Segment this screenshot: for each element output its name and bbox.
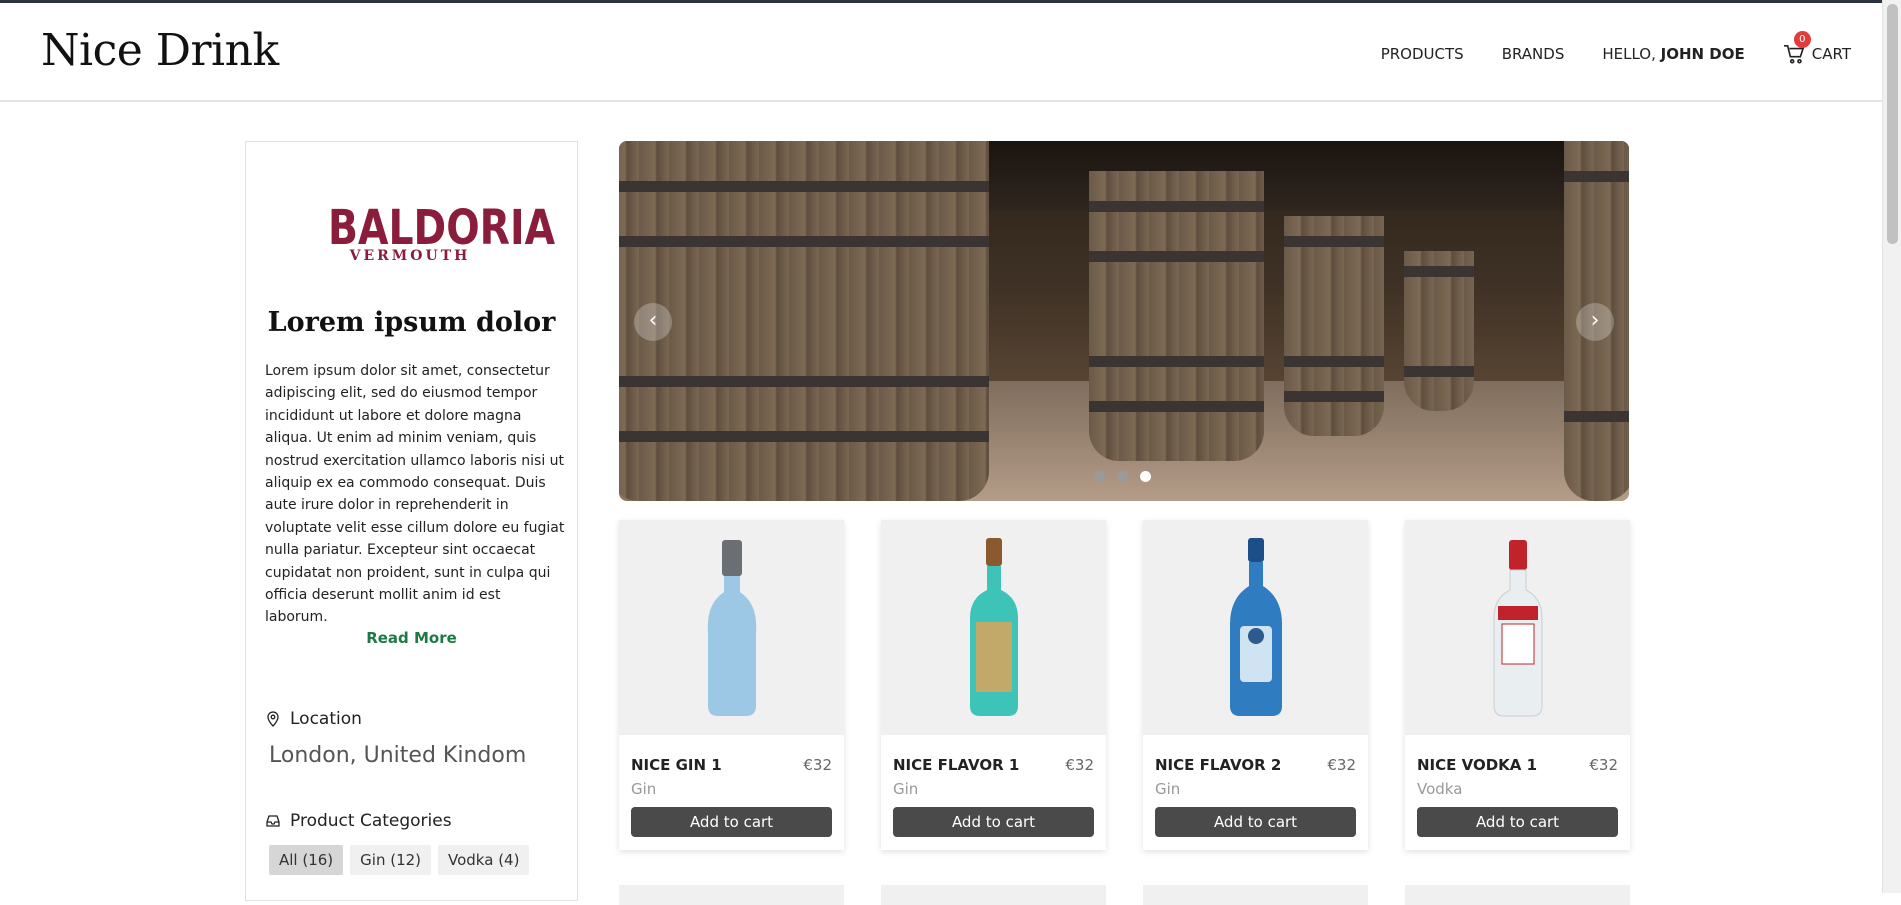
product-price: €32 <box>1589 756 1618 774</box>
product-category: Gin <box>893 780 919 798</box>
categories-label: Product Categories <box>265 811 452 831</box>
category-chip-vodka[interactable]: Vodka (4) <box>438 845 530 875</box>
categories-label-text: Product Categories <box>290 811 452 831</box>
product-card[interactable]: NICE GIN 1 €32 Gin Add to cart <box>619 520 844 850</box>
add-to-cart-button[interactable]: Add to cart <box>893 807 1094 837</box>
product-card[interactable]: NICE FLAVOR 1 €32 Gin Add to cart <box>881 520 1106 850</box>
category-filter-chips: All (16) Gin (12) Vodka (4) <box>269 845 536 875</box>
add-to-cart-button[interactable]: Add to cart <box>631 807 832 837</box>
site-logo[interactable]: Nice Drink <box>41 25 279 76</box>
read-more-link[interactable]: Read More <box>246 629 577 647</box>
product-price: €32 <box>1065 756 1094 774</box>
add-to-cart-button[interactable]: Add to cart <box>1155 807 1356 837</box>
page-scrollbar[interactable] <box>1882 0 1901 893</box>
carousel-dot-3[interactable] <box>1140 471 1151 482</box>
product-image[interactable] <box>1143 520 1368 735</box>
brand-info-card: BALDORIA VERMOUTH Lorem ipsum dolor Lore… <box>245 141 578 901</box>
bottle-icon <box>969 538 1018 716</box>
bottle-icon <box>1493 540 1542 717</box>
next-row-card[interactable] <box>619 885 844 905</box>
site-header: Nice Drink PRODUCTS BRANDS HELLO, JOHN D… <box>0 3 1883 102</box>
bottle-icon <box>707 540 756 716</box>
carousel-floor <box>919 381 1629 501</box>
product-name[interactable]: NICE GIN 1 <box>631 756 722 774</box>
add-to-cart-button[interactable]: Add to cart <box>1417 807 1618 837</box>
location-value: London, United Kindom <box>269 743 527 768</box>
greeting-prefix: HELLO, <box>1602 45 1661 63</box>
product-category: Gin <box>631 780 657 798</box>
carousel-next-button[interactable]: › <box>1576 303 1614 341</box>
product-card[interactable]: NICE FLAVOR 2 €32 Gin Add to cart <box>1143 520 1368 850</box>
next-row-card[interactable] <box>1143 885 1368 905</box>
carousel-barrel <box>1284 216 1384 436</box>
carousel-barrel <box>1089 171 1264 461</box>
nav-brands[interactable]: BRANDS <box>1502 45 1565 63</box>
location-pin-icon <box>267 711 279 727</box>
carousel-barrel <box>1404 251 1474 411</box>
product-card[interactable]: NICE VODKA 1 €32 Vodka Add to cart <box>1405 520 1630 850</box>
brand-title: Lorem ipsum dolor <box>267 307 556 338</box>
product-name[interactable]: NICE VODKA 1 <box>1417 756 1537 774</box>
brand-logo-main: BALDORIA <box>328 200 556 256</box>
hero-carousel[interactable]: ‹ › <box>619 141 1629 501</box>
user-name: JOHN DOE <box>1660 45 1745 63</box>
category-chip-all[interactable]: All (16) <box>269 845 344 875</box>
product-price: €32 <box>803 756 832 774</box>
product-category: Gin <box>1155 780 1181 798</box>
product-image[interactable] <box>619 520 844 735</box>
product-image[interactable] <box>881 520 1106 735</box>
scrollbar-thumb[interactable] <box>1887 4 1898 244</box>
next-row-card[interactable] <box>881 885 1106 905</box>
main-nav: PRODUCTS BRANDS HELLO, JOHN DOE 0 CART <box>1343 31 1851 64</box>
location-label-text: Location <box>290 709 362 729</box>
carousel-prev-button[interactable]: ‹ <box>634 303 672 341</box>
carousel-dot-2[interactable] <box>1117 471 1128 482</box>
product-category: Vodka <box>1417 780 1463 798</box>
carousel-indicators <box>1094 471 1163 482</box>
product-name[interactable]: NICE FLAVOR 1 <box>893 756 1019 774</box>
carousel-ceiling <box>919 141 1629 211</box>
product-image[interactable] <box>1405 520 1630 735</box>
next-row-card[interactable] <box>1405 885 1630 905</box>
inbox-icon <box>266 815 280 827</box>
category-chip-gin[interactable]: Gin (12) <box>350 845 432 875</box>
nav-cart[interactable]: 0 CART <box>1783 31 1851 64</box>
brand-description: Lorem ipsum dolor sit amet, consectetur … <box>265 363 565 626</box>
nav-user-greeting[interactable]: HELLO, JOHN DOE <box>1602 45 1744 63</box>
brand-logo: BALDORIA VERMOUTH <box>310 200 556 264</box>
location-label: Location <box>265 709 362 729</box>
carousel-barrel <box>619 141 989 501</box>
bottle-icon <box>1229 538 1282 716</box>
product-price: €32 <box>1327 756 1356 774</box>
product-name[interactable]: NICE FLAVOR 2 <box>1155 756 1281 774</box>
carousel-dot-1[interactable] <box>1094 471 1105 482</box>
cart-label: CART <box>1811 45 1851 63</box>
cart-count-badge: 0 <box>1793 31 1811 48</box>
nav-products[interactable]: PRODUCTS <box>1381 45 1464 63</box>
